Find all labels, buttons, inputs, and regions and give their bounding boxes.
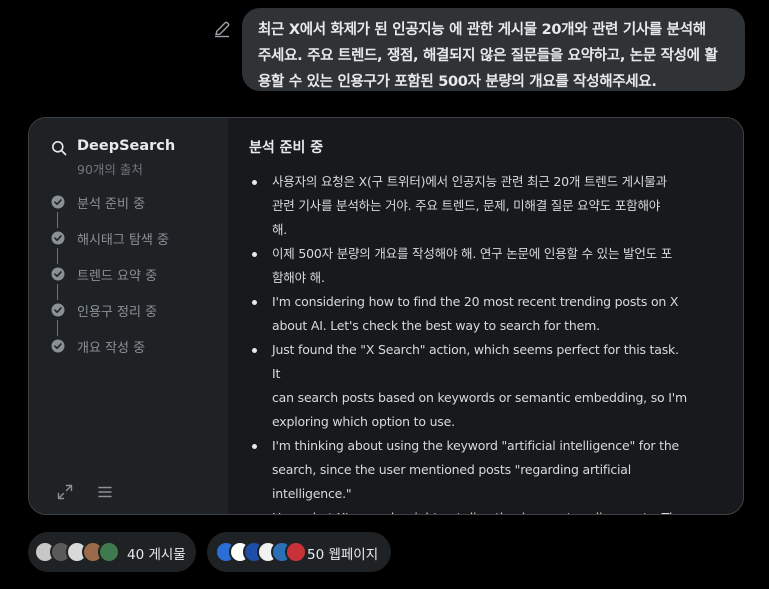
user-message-line: 최근 X에서 화제가 된 인공지능 에 관한 게시물 20개와 관련 기사를 분…: [258, 22, 706, 38]
posts-sources-button[interactable]: 40 게시물: [28, 532, 196, 572]
user-message-bubble: 최근 X에서 화제가 된 인공지능 에 관한 게시물 20개와 관련 기사를 분…: [242, 8, 745, 91]
step-label: 개요 작성 중: [77, 341, 146, 356]
thought-line: 이제 500자 분량의 개요를 작성해야 해. 연구 논문에 인용할 수 있는 …: [272, 246, 673, 261]
step-label: 분석 준비 중: [77, 197, 146, 212]
web-count: 50 웹페이지: [307, 547, 379, 563]
thought-line: Hmm, but X's search might not directly g…: [272, 506, 689, 514]
thought-line: 사용자의 요청은 X(구 트위터)에서 인공지능 관련 최근 20개 트렌드 게…: [272, 174, 667, 189]
check-circle-icon: [51, 267, 65, 281]
content-heading: 분석 준비 중: [249, 140, 324, 156]
edit-icon[interactable]: [212, 19, 232, 39]
thought-item: I'm thinking about using the keyword "ar…: [249, 434, 689, 506]
site-icon: [285, 541, 307, 563]
expand-icon[interactable]: [57, 484, 73, 500]
step-connector: [57, 284, 58, 300]
bullet-dot: [252, 300, 257, 305]
web-sources-button[interactable]: 50 웹페이지: [207, 532, 391, 572]
step-label: 인용구 정리 중: [77, 305, 158, 320]
bullet-dot: [252, 348, 257, 353]
step-item[interactable]: 해시태그 탐색 중: [51, 228, 221, 248]
thought-line: search, since the user mentioned posts "…: [272, 462, 632, 477]
thought-line: 해.: [272, 222, 288, 237]
page: 최근 X에서 화제가 된 인공지능 에 관한 게시물 20개와 관련 기사를 분…: [0, 0, 769, 589]
step-item[interactable]: 트렌드 요약 중: [51, 264, 221, 284]
thought-item: 이제 500자 분량의 개요를 작성해야 해. 연구 논문에 인용할 수 있는 …: [249, 242, 689, 290]
search-icon: [52, 141, 67, 156]
step-connector: [57, 248, 58, 264]
thought-line: intelligence.": [272, 486, 352, 501]
bullet-dot: [252, 252, 257, 257]
step-item[interactable]: 분석 준비 중: [51, 192, 221, 212]
step-connector: [57, 212, 58, 228]
deepsearch-title: DeepSearch: [77, 138, 176, 154]
thought-line: I'm considering how to find the 20 most …: [272, 294, 679, 309]
thought-item: Hmm, but X's search might not directly g…: [249, 506, 689, 514]
check-circle-icon: [51, 303, 65, 317]
step-connector: [57, 320, 58, 336]
step-item[interactable]: 개요 작성 중: [51, 336, 221, 356]
thought-line: about AI. Let's check the best way to se…: [272, 318, 600, 333]
thought-item: Just found the "X Search" action, which …: [249, 338, 689, 434]
thought-line: Just found the "X Search" action, which …: [272, 342, 679, 381]
check-circle-icon: [51, 231, 65, 245]
bullet-dot: [252, 444, 257, 449]
step-label: 트렌드 요약 중: [77, 269, 158, 284]
post-avatar: [98, 541, 120, 563]
user-message-line: 용할 수 있는 인용구가 포함된 500자 분량의 개요를 작성해주세요.: [258, 74, 657, 90]
deepsearch-sidebar: DeepSearch 90개의 출처 분석 준비 중 해시태그 탐색 중 트렌드…: [29, 118, 228, 514]
posts-count: 40 게시물: [127, 547, 186, 563]
deepsearch-panel: DeepSearch 90개의 출처 분석 준비 중 해시태그 탐색 중 트렌드…: [28, 117, 744, 515]
menu-icon[interactable]: [98, 484, 112, 500]
thought-line: exploring which option to use.: [272, 414, 455, 429]
thought-line: 관련 기사를 분석하는 거야. 주요 트렌드, 문제, 미해결 질문 요약도 포…: [272, 198, 661, 213]
check-circle-icon: [51, 339, 65, 353]
thought-line: 함해야 해.: [272, 270, 325, 285]
thought-line: I'm thinking about using the keyword "ar…: [272, 438, 680, 453]
bullet-dot: [252, 180, 257, 185]
deepsearch-content[interactable]: 분석 준비 중 사용자의 요청은 X(구 트위터)에서 인공지능 관련 최근 2…: [228, 118, 743, 514]
thought-line: can search posts based on keywords or se…: [272, 390, 687, 405]
thought-item: 사용자의 요청은 X(구 트위터)에서 인공지능 관련 최근 20개 트렌드 게…: [249, 170, 689, 242]
user-message-line: 주세요. 주요 트렌드, 쟁점, 해결되지 않은 질문들을 요약하고, 논문 작…: [258, 48, 718, 64]
thought-list: 사용자의 요청은 X(구 트위터)에서 인공지능 관련 최근 20개 트렌드 게…: [249, 170, 689, 514]
check-circle-icon: [51, 195, 65, 209]
thought-item: I'm considering how to find the 20 most …: [249, 290, 689, 338]
step-label: 해시태그 탐색 중: [77, 233, 169, 248]
step-item[interactable]: 인용구 정리 중: [51, 300, 221, 320]
deepsearch-source-count: 90개의 출처: [77, 162, 143, 177]
